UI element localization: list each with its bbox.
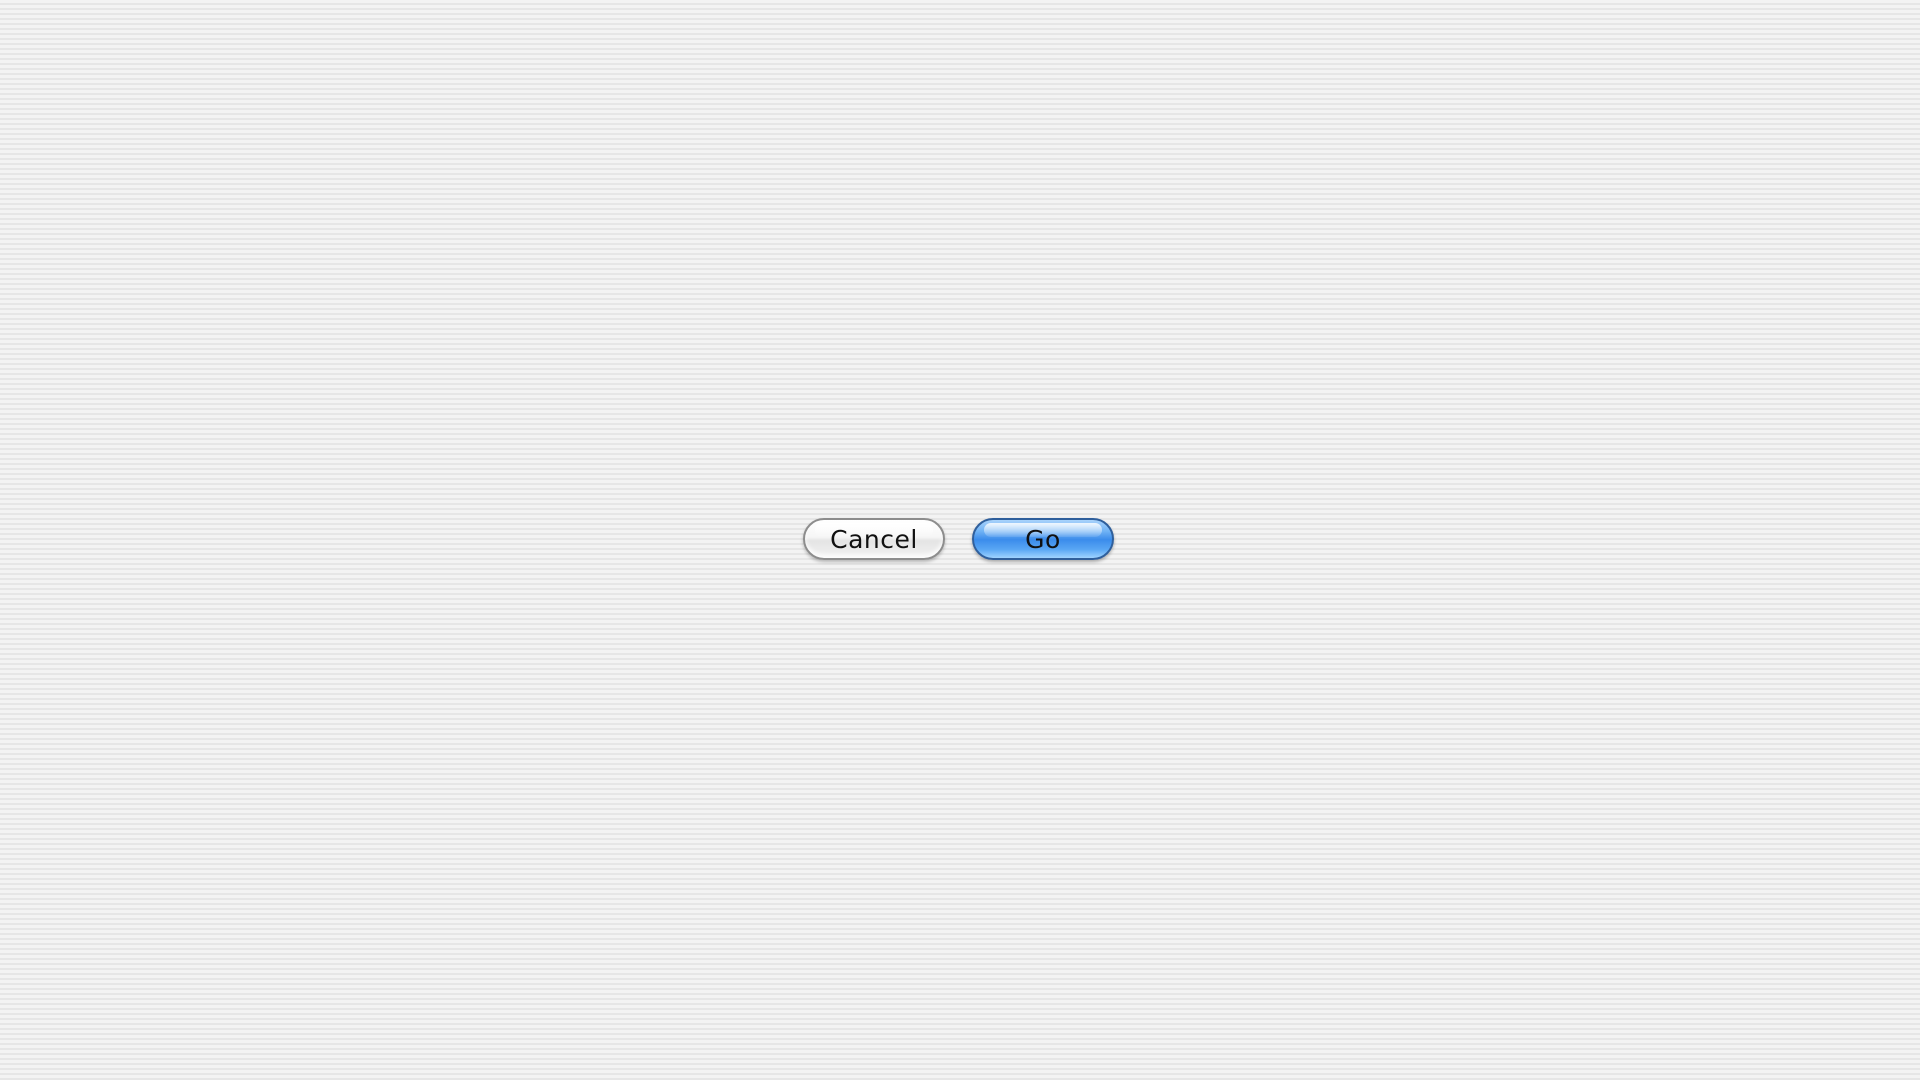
dialog-button-row: Cancel Go <box>803 518 1114 560</box>
cancel-button-label: Cancel <box>830 524 918 554</box>
go-button[interactable]: Go <box>972 518 1114 560</box>
dialog-window: Cancel Go <box>0 0 1920 1080</box>
go-button-label: Go <box>1025 524 1061 554</box>
cancel-button[interactable]: Cancel <box>803 518 945 560</box>
